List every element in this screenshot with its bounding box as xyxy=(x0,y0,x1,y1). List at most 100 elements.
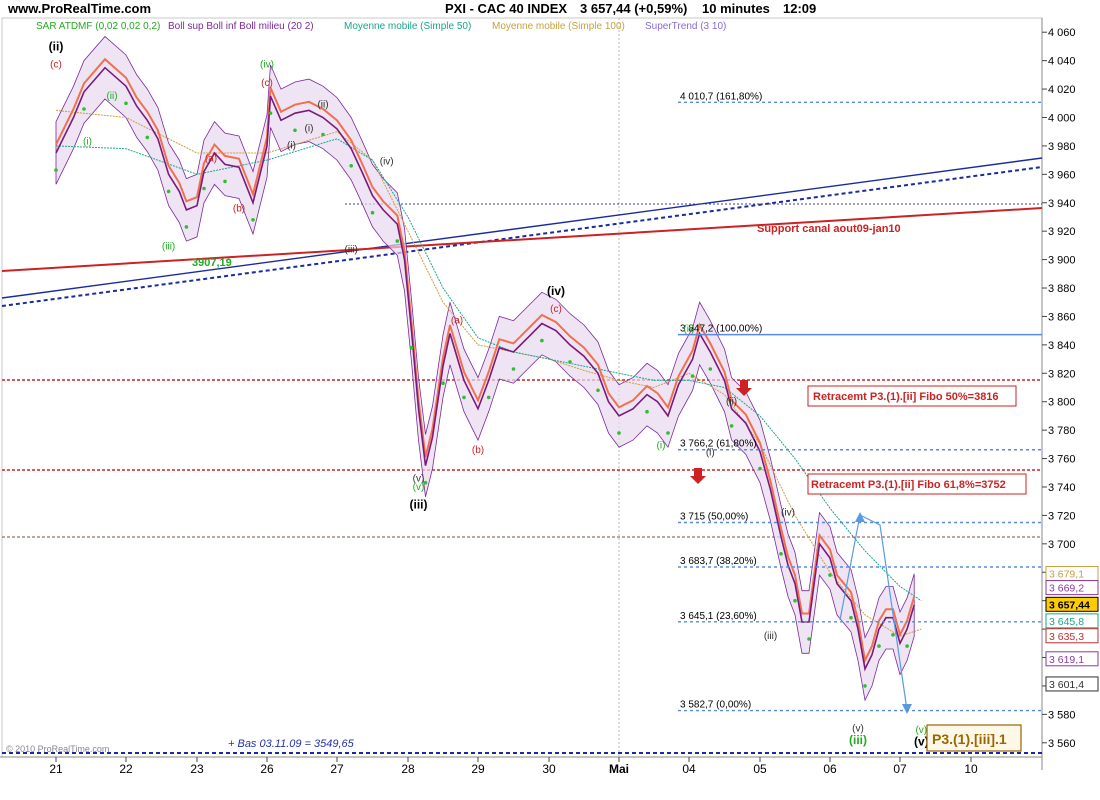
sar-dot xyxy=(617,431,621,435)
x-tick-label: 30 xyxy=(542,762,556,776)
sar-dot xyxy=(293,128,297,133)
sar-dot xyxy=(708,367,713,371)
x-tick-label: 04 xyxy=(682,762,696,776)
side-value-label: 3 679,1 xyxy=(1049,569,1084,581)
y-tick-label: 3 860 xyxy=(1048,311,1076,323)
y-tick-label: 3 900 xyxy=(1048,255,1076,267)
wave-label: (ii) xyxy=(49,40,64,54)
y-tick-label: 3 560 xyxy=(1048,738,1076,750)
side-value-label: 3 669,2 xyxy=(1049,583,1084,595)
x-tick-label: 05 xyxy=(753,762,767,776)
sar-dot xyxy=(184,225,189,229)
y-tick-label: 3 840 xyxy=(1048,340,1076,352)
y-tick-label: 3 960 xyxy=(1048,169,1076,181)
wave-label: (iii) xyxy=(162,242,175,253)
sar-dot xyxy=(511,367,516,371)
wave-label: (iii) xyxy=(764,631,777,642)
y-tick-label: 4 000 xyxy=(1048,112,1076,124)
wave-label: (c) xyxy=(550,304,562,315)
wave-label: (iii) xyxy=(410,497,428,511)
wave-label: (ii) xyxy=(106,91,117,102)
wave-label: (iii) xyxy=(849,733,867,747)
sar-dot xyxy=(441,381,445,386)
legend-item: Moyenne mobile (Simple 50) xyxy=(344,21,471,32)
side-value-label: 3 657,44 xyxy=(1049,599,1090,611)
sar-dot xyxy=(166,189,171,194)
y-tick-label: 4 040 xyxy=(1048,56,1076,68)
fibo-label: 3 715 (50,00%) xyxy=(680,512,748,523)
legend-item: SuperTrend (3 10) xyxy=(645,21,726,32)
fibo-label: 3 683,7 (38,20%) xyxy=(680,556,757,567)
x-tick-label: 26 xyxy=(260,762,274,776)
sar-dot xyxy=(779,552,783,556)
sar-dot xyxy=(729,424,734,428)
wave-label: (b) xyxy=(233,203,245,214)
sar-dot xyxy=(863,684,867,688)
y-tick-label: 3 720 xyxy=(1048,510,1076,522)
sar-dot xyxy=(349,164,354,168)
wave-label: (i) xyxy=(305,124,314,135)
wave-label: (ii) xyxy=(317,100,328,111)
sar-dot xyxy=(82,107,86,111)
price-change: 3 657,44 (+0,59%) xyxy=(580,1,687,16)
x-tick-label: 22 xyxy=(119,762,133,776)
x-tick-label: 07 xyxy=(893,762,907,776)
sar-dot xyxy=(596,388,600,393)
sar-dot xyxy=(758,466,762,471)
fibo-label: 3 645,1 (23,60%) xyxy=(680,611,757,622)
sar-dot xyxy=(462,395,466,400)
watermark: © 2010 ProRealTime.com xyxy=(6,744,109,754)
sar-dot xyxy=(807,637,811,641)
x-tick-label: 28 xyxy=(401,762,415,776)
sar-dot xyxy=(321,132,325,137)
legend-item: SAR ATDMF (0,02 0,02 0,2) xyxy=(36,21,160,32)
y-tick-label: 3 760 xyxy=(1048,454,1076,466)
y-tick-label: 3 580 xyxy=(1048,709,1076,721)
wave-label: (ii) xyxy=(683,324,694,335)
y-tick-label: 3 980 xyxy=(1048,141,1076,153)
x-tick-label: 29 xyxy=(471,762,485,776)
side-value-label: 3 619,1 xyxy=(1049,654,1084,666)
wave-label: (i) xyxy=(287,141,296,152)
x-tick-label: 10 xyxy=(964,762,978,776)
site-name[interactable]: www.ProRealTime.com xyxy=(7,1,151,16)
wave-label: (v) xyxy=(413,482,425,493)
side-value-label: 3 601,4 xyxy=(1049,679,1084,691)
sar-dot xyxy=(568,360,572,364)
sar-dot xyxy=(124,101,128,106)
wave-label: (ii) xyxy=(726,397,737,408)
wave-label: (iv) xyxy=(260,60,274,71)
annotation-bas: + Bas 03.11.09 = 3549,65 xyxy=(228,738,355,750)
instrument-title: PXI - CAC 40 INDEX xyxy=(445,1,567,16)
fibo-label: 3 766,2 (61,80%) xyxy=(680,439,757,450)
sar-dot xyxy=(268,111,273,115)
y-tick-label: 3 920 xyxy=(1048,226,1076,238)
wave-label: (iv) xyxy=(547,284,565,298)
sar-dot xyxy=(690,374,695,378)
sar-dot xyxy=(54,168,58,172)
annotation-support-canal: Support canal aout09-jan10 xyxy=(757,223,901,235)
sar-dot xyxy=(251,218,255,222)
legend-item: Boll sup Boll inf Boll milieu (20 2) xyxy=(168,21,314,32)
sar-dot xyxy=(370,210,375,215)
y-tick-label: 3 820 xyxy=(1048,368,1076,380)
x-tick-label: 23 xyxy=(190,762,204,776)
annotation-p3: P3.(1).[iii].1 xyxy=(932,731,1007,747)
fibo-label: 4 010,7 (161,80%) xyxy=(680,91,762,102)
wave-label: (c) xyxy=(261,78,273,89)
annotation-retrace-618: Retracemt P3.(1).[ii] Fibo 61,8%=3752 xyxy=(811,479,1006,491)
wave-label: (i) xyxy=(706,448,715,459)
sar-dot xyxy=(793,598,797,603)
y-tick-label: 3 800 xyxy=(1048,397,1076,409)
fibo-label: 3 582,7 (0,00%) xyxy=(680,700,751,711)
wave-label: (i) xyxy=(657,441,666,452)
sar-dot xyxy=(223,179,227,184)
sar-dot xyxy=(828,573,832,577)
wave-label: (c) xyxy=(50,60,62,71)
timeframe: 10 minutes xyxy=(702,1,770,16)
sar-dot xyxy=(849,615,853,620)
sar-dot xyxy=(486,395,491,400)
wave-label: (a) xyxy=(451,316,463,327)
sar-dot xyxy=(540,338,544,343)
price-chart: www.ProRealTime.com PXI - CAC 40 INDEX 3… xyxy=(0,0,1100,800)
